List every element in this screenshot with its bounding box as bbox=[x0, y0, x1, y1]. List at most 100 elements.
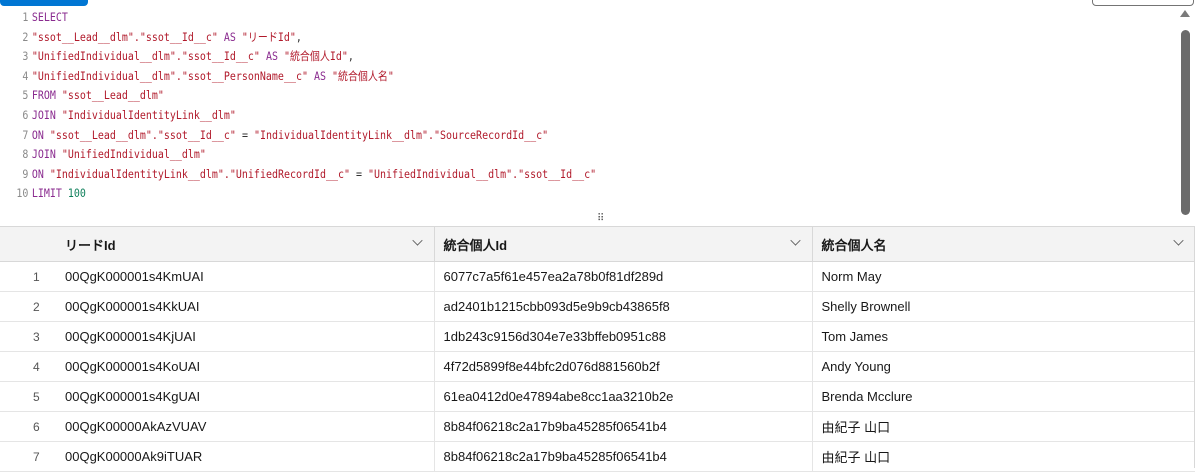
line-number: 1 bbox=[22, 10, 29, 24]
code-token: AS bbox=[259, 49, 284, 64]
chevron-down-icon[interactable] bbox=[789, 235, 801, 246]
resize-handle-icon[interactable]: ⠿ bbox=[597, 213, 604, 224]
code-token: , bbox=[295, 29, 302, 44]
code-token: "統合個人Id" bbox=[283, 49, 348, 64]
cell-unified-id[interactable]: 1db243c9156d304e7e33bffeb0951c88 bbox=[434, 321, 813, 352]
code-token: "ssot__Lead__dlm"."ssot__Id__c" bbox=[49, 127, 236, 142]
line-number: 5 bbox=[22, 88, 29, 103]
column-header-label: 統合個人Id bbox=[443, 237, 508, 253]
table-row[interactable]: 1 00QgK000001s4KmUAI 6077c7a5f61e457ea2a78… bbox=[0, 261, 1195, 292]
code-token: "リードId" bbox=[241, 29, 296, 44]
code-line[interactable]: 2 "ssot__Lead__dlm"."ssot__Id__c" AS "リード… bbox=[0, 28, 1015, 46]
chevron-down-icon[interactable] bbox=[1173, 235, 1184, 246]
column-header-label: リードId bbox=[65, 237, 116, 253]
column-header-lead-id[interactable]: リードId bbox=[56, 226, 435, 262]
cell-unified-id[interactable]: 61ea0412d0e47894abe8cc1aa3210b2e bbox=[434, 381, 813, 412]
cell-unified-name[interactable]: Shelly Brownell bbox=[812, 291, 1195, 322]
table-row[interactable]: 4 00QgK000001s4KoUAI 4f72d5899f8e44bfc2d07… bbox=[0, 351, 1195, 382]
line-number: 7 bbox=[22, 127, 29, 142]
cell-unified-id[interactable]: ad2401b1215cbb093d5e9b9cb43865f8 bbox=[434, 291, 813, 322]
chevron-down-icon[interactable] bbox=[411, 235, 423, 246]
row-number: 4 bbox=[0, 351, 56, 382]
cell-unified-name[interactable]: Tom James bbox=[812, 321, 1195, 352]
cell-lead-id[interactable]: 00QgK000001s4KmUAI bbox=[56, 261, 435, 292]
code-token: = bbox=[235, 127, 254, 142]
code-token: "UnifiedIndividual__dlm"."ssot__Id__c" bbox=[368, 166, 597, 181]
code-token: , bbox=[347, 49, 354, 64]
toolbar-button[interactable] bbox=[1092, 0, 1194, 6]
row-number: 1 bbox=[0, 261, 56, 292]
row-number: 7 bbox=[0, 441, 56, 472]
line-number: 3 bbox=[22, 49, 29, 64]
line-number: 2 bbox=[22, 29, 29, 44]
code-token: "IndividualIdentityLink__dlm"."SourceRec… bbox=[253, 127, 549, 142]
code-token: AS bbox=[217, 29, 242, 44]
code-line[interactable]: 6 JOIN "IndividualIdentityLink__dlm" bbox=[0, 106, 1015, 124]
cell-unified-id[interactable]: 4f72d5899f8e44bfc2d076d881560b2f bbox=[434, 351, 813, 382]
cell-lead-id[interactable]: 00QgK00000Ak9iTUAR bbox=[56, 441, 435, 472]
code-line[interactable]: 8 JOIN "UnifiedIndividual__dlm" bbox=[0, 145, 1015, 163]
line-number: 10 bbox=[16, 186, 29, 201]
code-line[interactable]: 5 FROM "ssot__Lead__dlm" bbox=[0, 86, 1015, 104]
cell-unified-name[interactable]: 由紀子 山口 bbox=[812, 441, 1195, 472]
code-token: "IndividualIdentityLink__dlm"."UnifiedRe… bbox=[49, 166, 350, 181]
code-token: "ssot__Lead__dlm"."ssot__Id__c" bbox=[31, 29, 218, 44]
run-query-button[interactable] bbox=[0, 0, 88, 6]
code-token: FROM bbox=[31, 88, 62, 103]
code-token: 100 bbox=[67, 186, 86, 201]
code-line[interactable]: 3 "UnifiedIndividual__dlm"."ssot__Id__c" … bbox=[0, 47, 1015, 65]
code-token: JOIN bbox=[31, 108, 62, 122]
cell-lead-id[interactable]: 00QgK000001s4KjUAI bbox=[56, 321, 435, 352]
row-number: 6 bbox=[0, 411, 56, 442]
code-token: "UnifiedIndividual__dlm"."ssot__Id__c" bbox=[31, 49, 260, 64]
code-token: "UnifiedIndividual__dlm" bbox=[61, 147, 206, 162]
code-token: "ssot__Lead__dlm" bbox=[61, 88, 164, 103]
code-line[interactable]: 7 ON "ssot__Lead__dlm"."ssot__Id__c" = "I… bbox=[0, 126, 1015, 144]
line-number: 4 bbox=[22, 68, 29, 83]
table-row[interactable]: 5 00QgK000001s4KgUAI 61ea0412d0e47894abe8c… bbox=[0, 381, 1195, 412]
column-header-label: 統合個人名 bbox=[821, 237, 887, 253]
cell-unified-name[interactable]: Brenda Mcclure bbox=[812, 381, 1195, 412]
grid-right-border bbox=[1194, 226, 1195, 468]
code-token: AS bbox=[307, 68, 332, 83]
cell-lead-id[interactable]: 00QgK000001s4KkUAI bbox=[56, 291, 435, 322]
code-token: ON bbox=[31, 166, 50, 181]
editor-scrollbar-thumb[interactable] bbox=[1181, 30, 1190, 215]
cell-lead-id[interactable]: 00QgK000001s4KoUAI bbox=[56, 351, 435, 382]
line-number: 8 bbox=[22, 147, 29, 162]
code-line[interactable]: 9 ON "IndividualIdentityLink__dlm"."Unifi… bbox=[0, 165, 1015, 183]
code-token: JOIN bbox=[31, 147, 62, 162]
code-token: LIMIT bbox=[31, 186, 68, 201]
sql-editor[interactable]: 1 SELECT 2 "ssot__Lead__dlm"."ssot__Id__c" … bbox=[0, 8, 1193, 208]
code-line[interactable]: 1 SELECT bbox=[0, 8, 1015, 26]
cell-unified-name[interactable]: 由紀子 山口 bbox=[812, 411, 1195, 442]
cell-unified-id[interactable]: 8b84f06218c2a17b9ba45285f06541b4 bbox=[434, 441, 813, 472]
cell-lead-id[interactable]: 00QgK000001s4KgUAI bbox=[56, 381, 435, 412]
cell-unified-id[interactable]: 6077c7a5f61e457ea2a78b0f81df289d bbox=[434, 261, 813, 292]
cell-unified-name[interactable]: Norm May bbox=[812, 261, 1195, 292]
code-token: ON bbox=[31, 127, 50, 142]
code-token: "IndividualIdentityLink__dlm" bbox=[61, 108, 236, 122]
row-number: 2 bbox=[0, 291, 56, 322]
code-token: = bbox=[349, 166, 369, 181]
line-number: 6 bbox=[22, 108, 29, 122]
table-row[interactable]: 2 00QgK000001s4KkUAI ad2401b1215cbb093d5e9… bbox=[0, 291, 1195, 322]
scroll-up-arrow-icon[interactable] bbox=[1180, 10, 1190, 17]
row-number-header bbox=[0, 226, 56, 262]
cell-lead-id[interactable]: 00QgK00000AkAzVUAV bbox=[56, 411, 435, 442]
code-token: SELECT bbox=[31, 10, 68, 24]
code-line[interactable]: 10 LIMIT 100 bbox=[0, 184, 1015, 202]
row-number: 5 bbox=[0, 381, 56, 412]
table-row[interactable]: 6 00QgK00000AkAzVUAV 8b84f06218c2a17b9ba45… bbox=[0, 411, 1195, 442]
column-header-unified-id[interactable]: 統合個人Id bbox=[434, 226, 813, 262]
cell-unified-name[interactable]: Andy Young bbox=[812, 351, 1195, 382]
code-token: "UnifiedIndividual__dlm"."ssot__PersonNa… bbox=[31, 68, 308, 83]
results-header-row: リードId 統合個人Id 統合個人名 bbox=[0, 226, 1195, 262]
results-grid: リードId 統合個人Id 統合個人名 1 00QgK000001s4KmUAI 60… bbox=[0, 226, 1195, 472]
column-header-unified-name[interactable]: 統合個人名 bbox=[812, 226, 1195, 262]
code-line[interactable]: 4 "UnifiedIndividual__dlm"."ssot__PersonN… bbox=[0, 67, 1015, 85]
cell-unified-id[interactable]: 8b84f06218c2a17b9ba45285f06541b4 bbox=[434, 411, 813, 442]
table-row[interactable]: 3 00QgK000001s4KjUAI 1db243c9156d304e7e33b… bbox=[0, 321, 1195, 352]
table-row[interactable]: 7 00QgK00000Ak9iTUAR 8b84f06218c2a17b9ba45… bbox=[0, 441, 1195, 472]
line-number: 9 bbox=[22, 166, 29, 181]
